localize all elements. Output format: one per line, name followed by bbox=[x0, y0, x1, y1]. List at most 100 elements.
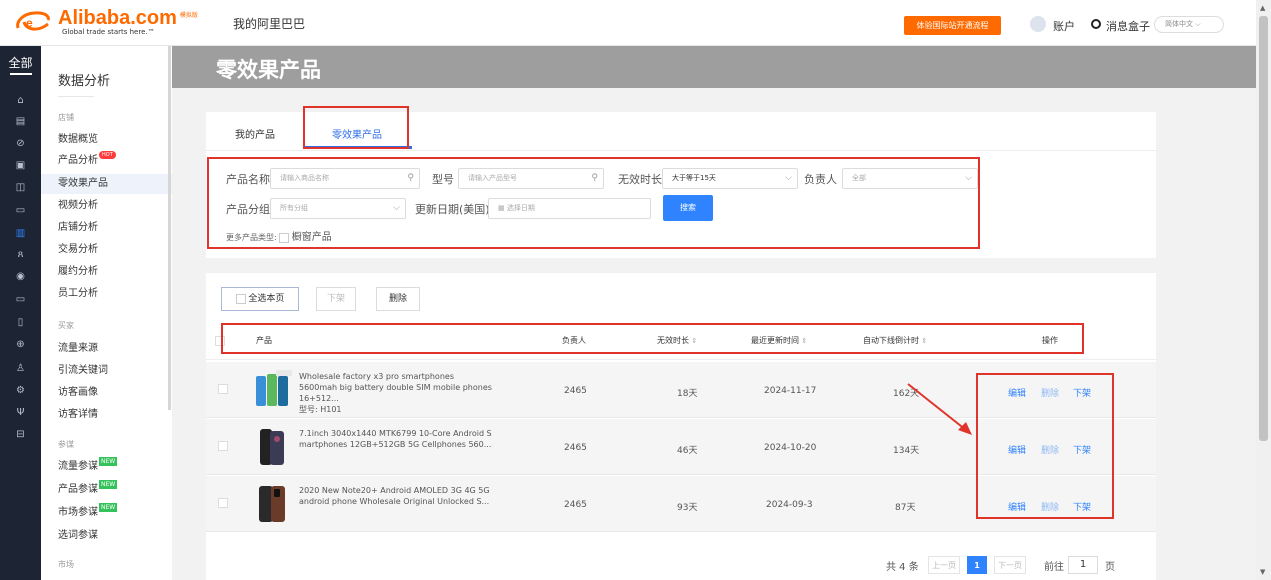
invalid-duration-cell: 93天 bbox=[677, 503, 698, 513]
globe-icon[interactable]: ⊕ bbox=[14, 338, 27, 351]
store-icon[interactable]: ▤ bbox=[14, 115, 27, 128]
row-checkbox[interactable] bbox=[218, 498, 228, 508]
sidebar-item-keyword-ref[interactable]: 选词参谋 bbox=[41, 526, 172, 546]
settings-icon[interactable]: ⚙ bbox=[14, 384, 27, 397]
col-invalid-duration-label: 无效时长 bbox=[657, 336, 689, 345]
sidebar-item-product-analysis[interactable]: 产品分析 HOT bbox=[41, 151, 172, 171]
sidebar-item-fulfillment[interactable]: 履约分析 bbox=[41, 262, 172, 282]
monitor-icon[interactable]: ▭ bbox=[14, 204, 27, 217]
top-title[interactable]: 我的阿里巴巴 bbox=[233, 15, 305, 32]
sidebar-item-visitor-profile[interactable]: 访客画像 bbox=[41, 383, 172, 403]
box-icon[interactable]: ▣ bbox=[14, 159, 27, 172]
message-icon[interactable] bbox=[1091, 19, 1101, 29]
alibaba-logo-icon: e bbox=[16, 11, 50, 31]
row-checkbox[interactable] bbox=[218, 384, 228, 394]
product-thumbnail[interactable] bbox=[254, 484, 292, 524]
unlist-link[interactable]: 下架 bbox=[1073, 443, 1091, 456]
col-invalid-duration[interactable]: 无效时长 ⇕ bbox=[657, 335, 697, 346]
group-market: 市场 bbox=[58, 560, 74, 569]
chart-icon[interactable]: ◫ bbox=[14, 181, 27, 194]
account-link[interactable]: 账户 bbox=[1053, 18, 1075, 34]
invalid-duration-label: 无效时长 bbox=[618, 173, 662, 186]
message-box-link[interactable]: 消息盒子 bbox=[1106, 18, 1150, 34]
owner-label: 负责人 bbox=[804, 173, 837, 186]
product-info[interactable]: Wholesale factory x3 pro smartphones 560… bbox=[299, 371, 494, 415]
edit-link[interactable]: 编辑 bbox=[1008, 443, 1026, 456]
logo-badge: 模拟版 bbox=[179, 12, 198, 19]
page-unit-label: 页 bbox=[1105, 562, 1115, 573]
prev-page-button[interactable]: 上一页 bbox=[928, 556, 960, 574]
group-select[interactable]: 所有分组 ⌵ bbox=[270, 198, 406, 219]
product-thumbnail[interactable] bbox=[254, 427, 292, 467]
sidebar-item-store-analysis[interactable]: 店铺分析 bbox=[41, 218, 172, 238]
product-info[interactable]: 2020 New Note20+ Android AMOLED 3G 4G 5G… bbox=[299, 485, 494, 507]
sign-icon[interactable]: ⊟ bbox=[14, 428, 27, 441]
delete-link[interactable]: 删除 bbox=[1041, 443, 1059, 456]
language-select[interactable]: 简体中文 ⌵ bbox=[1154, 16, 1224, 33]
avatar[interactable] bbox=[1030, 16, 1046, 32]
batch-unlist-button[interactable]: 下架 bbox=[316, 287, 356, 311]
page-1-button[interactable]: 1 bbox=[967, 556, 987, 574]
product-name-input[interactable]: 请输入商品名称 ⚲ bbox=[270, 168, 420, 189]
sidebar-item-traffic-source[interactable]: 流量来源 bbox=[41, 339, 172, 359]
tab-my-products[interactable]: 我的产品 bbox=[235, 126, 275, 141]
unlist-link[interactable]: 下架 bbox=[1073, 386, 1091, 399]
owner-select[interactable]: 全部 ⌵ bbox=[842, 168, 978, 189]
shield-icon[interactable]: ⊘ bbox=[14, 137, 27, 150]
people-icon[interactable]: ጸ bbox=[14, 248, 27, 261]
sidebar-item-product-ref[interactable]: 产品参谋 NEW bbox=[41, 480, 172, 500]
scroll-up-arrow-icon[interactable]: ▲ bbox=[1260, 4, 1265, 12]
sidebar-item-keywords[interactable]: 引流关键词 bbox=[41, 361, 172, 381]
onboarding-button[interactable]: 体验国际站开通流程 bbox=[904, 16, 1001, 35]
sidebar-item-traffic-ref[interactable]: 流量参谋 NEW bbox=[41, 457, 172, 477]
active-tab-indicator bbox=[304, 146, 412, 149]
col-auto-delist[interactable]: 自动下线倒计时 ⇕ bbox=[863, 335, 927, 346]
tab-zero-effect[interactable]: 零效果产品 bbox=[332, 126, 382, 141]
col-last-update[interactable]: 最近更新时间 ⇕ bbox=[751, 335, 807, 346]
sidebar-item-staff[interactable]: 员工分析 bbox=[41, 284, 172, 304]
sidebar-item-zero-effect[interactable]: 零效果产品 bbox=[41, 174, 172, 194]
card-icon[interactable]: ▭ bbox=[14, 293, 27, 306]
showcase-checkbox[interactable] bbox=[279, 232, 290, 243]
owner-value: 全部 bbox=[852, 174, 866, 182]
batch-delete-button[interactable]: 删除 bbox=[376, 287, 420, 311]
scroll-down-arrow-icon[interactable]: ▼ bbox=[1260, 568, 1265, 576]
col-auto-delist-label: 自动下线倒计时 bbox=[863, 336, 919, 345]
user-check-icon[interactable]: ♙ bbox=[14, 362, 27, 375]
subnav-scrollbar[interactable] bbox=[168, 46, 171, 410]
owner-cell: 2465 bbox=[564, 386, 587, 396]
home-icon[interactable]: ⌂ bbox=[14, 94, 27, 107]
sidebar-item-trade-analysis[interactable]: 交易分析 bbox=[41, 240, 172, 260]
invalid-duration-select[interactable]: 大于等于15天 ⌵ bbox=[662, 168, 798, 189]
rail-all-label[interactable]: 全部 bbox=[0, 54, 41, 71]
bar-chart-icon[interactable]: ▥ bbox=[14, 227, 27, 240]
sidebar-item-visitor-detail[interactable]: 访客详情 bbox=[41, 405, 172, 425]
alibaba-logo[interactable]: e Alibaba.com Global trade starts here.™… bbox=[14, 8, 198, 37]
product-info[interactable]: 7.1inch 3040x1440 MTK6799 10-Core Androi… bbox=[299, 428, 494, 450]
header-checkbox[interactable] bbox=[215, 336, 225, 346]
scrollbar-thumb[interactable] bbox=[1259, 16, 1268, 441]
edit-link[interactable]: 编辑 bbox=[1008, 500, 1026, 513]
product-thumbnail[interactable] bbox=[254, 370, 292, 410]
clipboard-icon[interactable]: ▯ bbox=[14, 316, 27, 329]
search-button[interactable]: 搜索 bbox=[663, 195, 713, 221]
edit-link[interactable]: 编辑 bbox=[1008, 386, 1026, 399]
row-checkbox[interactable] bbox=[218, 441, 228, 451]
product-name: 7.1inch 3040x1440 MTK6799 10-Core Androi… bbox=[299, 429, 492, 449]
delete-link[interactable]: 删除 bbox=[1041, 386, 1059, 399]
table-row: 7.1inch 3040x1440 MTK6799 10-Core Androi… bbox=[206, 419, 1156, 475]
page-title: 零效果产品 bbox=[216, 58, 321, 82]
table-row: 2020 New Note20+ Android AMOLED 3G 4G 5G… bbox=[206, 476, 1156, 532]
signal-icon[interactable]: ◉ bbox=[14, 270, 27, 283]
unlist-link[interactable]: 下架 bbox=[1073, 500, 1091, 513]
delete-link[interactable]: 删除 bbox=[1041, 500, 1059, 513]
sidebar-item-video-analysis[interactable]: 视频分析 bbox=[41, 196, 172, 216]
sidebar-item-overview[interactable]: 数据概览 bbox=[41, 130, 172, 150]
select-page-button[interactable]: 全选本页 bbox=[221, 287, 299, 311]
sidebar-item-market-ref[interactable]: 市场参谋 NEW bbox=[41, 503, 172, 523]
page-jump-input[interactable]: 1 bbox=[1068, 556, 1098, 574]
gift-icon[interactable]: Ψ bbox=[14, 406, 27, 419]
update-date-picker[interactable]: ▦ 选择日期 bbox=[488, 198, 651, 219]
model-input[interactable]: 请输入产品型号 ⚲ bbox=[458, 168, 604, 189]
next-page-button[interactable]: 下一页 bbox=[994, 556, 1026, 574]
